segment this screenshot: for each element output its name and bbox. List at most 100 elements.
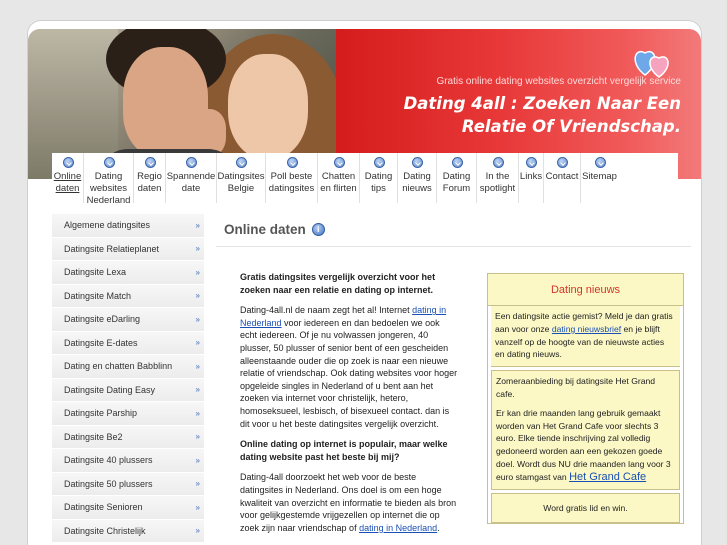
sidebar-item-datingsite-christelijk[interactable]: Datingsite Christelijk » xyxy=(52,519,204,543)
dating-nederland-link-2[interactable]: dating in Nederland xyxy=(359,523,437,533)
nav-bullet-icon xyxy=(492,157,504,168)
double-chevron-right-icon: » xyxy=(195,338,201,348)
double-chevron-right-icon: » xyxy=(195,267,201,277)
sidebar-item-datingsite-match[interactable]: Datingsite Match » xyxy=(52,284,204,308)
nav-bullet-icon xyxy=(594,157,606,168)
nav-item-chatten-en-flirten[interactable]: Chatten en flirten xyxy=(318,153,360,203)
sidebar-item-label: Datingsite Senioren xyxy=(64,502,143,513)
sidebar-item-datingsite-senioren[interactable]: Datingsite Senioren » xyxy=(52,496,204,520)
sidebar-item-datingsite-parship[interactable]: Datingsite Parship » xyxy=(52,402,204,426)
nav-item-label: In the spotlight xyxy=(479,171,516,194)
nav-bullet-icon xyxy=(286,157,298,168)
double-chevron-right-icon: » xyxy=(195,479,201,489)
grand-cafe-link[interactable]: Het Grand Cafe xyxy=(569,471,646,483)
info-icon[interactable]: i xyxy=(311,223,325,236)
sidebar-item-datingsite-dating-easy[interactable]: Datingsite Dating Easy » xyxy=(52,378,204,402)
nav-bullet-icon xyxy=(103,157,115,168)
nav-bullet-icon xyxy=(373,157,385,168)
page-frame: Gratis online dating websites overzicht … xyxy=(27,20,702,545)
nav-item-regio-daten[interactable]: Regio daten xyxy=(134,153,166,203)
sidebar-item-label: Dating en chatten Babblinn xyxy=(64,361,173,372)
nav-item-label: Links xyxy=(519,171,543,182)
sidebar-item-label: Datingsite E-dates xyxy=(64,337,138,348)
intro-text: Gratis datingsites vergelijk overzicht v… xyxy=(240,272,436,295)
nav-item-sitemap[interactable]: Sitemap xyxy=(581,153,618,203)
nav-bullet-icon xyxy=(526,157,537,168)
nav-bullet-icon xyxy=(144,157,156,168)
nav-item-spannende-date[interactable]: Spannende date xyxy=(166,153,217,203)
article: Gratis datingsites vergelijk overzicht v… xyxy=(240,271,458,542)
double-chevron-right-icon: » xyxy=(195,385,201,395)
nav-item-label: Dating Forum xyxy=(442,171,471,194)
nav-item-poll-beste-datingsites[interactable]: Poll beste datingsites xyxy=(266,153,318,203)
sidebar-item-datingsite-edarling[interactable]: Datingsite eDarling » xyxy=(52,308,204,332)
double-chevron-right-icon: » xyxy=(195,432,201,442)
news-item-newsletter: Een datingsite actie gemist? Meld je dan… xyxy=(491,306,680,368)
double-chevron-right-icon: » xyxy=(195,314,201,324)
divider xyxy=(216,246,691,247)
sidebar-item-label: Datingsite 40 plussers xyxy=(64,455,153,466)
sidebar-item-dating-en-chatten-babblinn[interactable]: Dating en chatten Babblinn » xyxy=(52,355,204,379)
nav-item-dating-nieuws[interactable]: Dating nieuws xyxy=(398,153,437,203)
sidebar-item-label: Datingsite Dating Easy xyxy=(64,384,156,395)
double-chevron-right-icon: » xyxy=(195,526,201,536)
newsletter-link[interactable]: dating nieuwsbrief xyxy=(552,324,621,334)
nav-item-dating-websites-nederland[interactable]: Dating websites Nederland xyxy=(84,153,134,206)
sidebar-item-label: Datingsite Christelijk xyxy=(64,525,146,536)
double-chevron-right-icon: » xyxy=(195,361,201,371)
nav-bullet-icon xyxy=(557,157,568,168)
sidebar-item-algemene-datingsites[interactable]: Algemene datingsites » xyxy=(52,214,204,238)
news-title: Dating nieuws xyxy=(488,274,683,306)
nav-item-label: Chatten en flirten xyxy=(320,171,357,194)
nav-bullet-icon xyxy=(451,157,463,168)
paragraph-1: Dating-4all.nl de naam zegt het al! Inte… xyxy=(240,305,458,429)
nav-item-label: Sitemap xyxy=(582,171,617,182)
nav-item-label: Dating websites Nederland xyxy=(86,171,131,206)
header-tagline: Gratis online dating websites overzicht … xyxy=(436,76,681,87)
nav-item-label: Dating tips xyxy=(364,171,393,194)
news-item-heading: Zomeraanbieding bij datingsite Het Grand… xyxy=(496,376,656,399)
double-chevron-right-icon: » xyxy=(195,455,201,465)
page-title: Online daten i xyxy=(224,222,325,237)
double-chevron-right-icon: » xyxy=(195,502,201,512)
sidebar-item-datingsite-lexa[interactable]: Datingsite Lexa » xyxy=(52,261,204,285)
sidebar-item-datingsite-40-plussers[interactable]: Datingsite 40 plussers » xyxy=(52,449,204,473)
nav-item-dating-tips[interactable]: Dating tips xyxy=(360,153,398,203)
double-chevron-right-icon: » xyxy=(195,244,201,254)
nav-item-in-the-spotlight[interactable]: In the spotlight xyxy=(477,153,519,203)
double-chevron-right-icon: » xyxy=(195,291,201,301)
nav-item-label: Spannende date xyxy=(166,171,216,194)
sidebar-item-datingsite-relatieplanet[interactable]: Datingsite Relatieplanet » xyxy=(52,237,204,261)
question-text: Online dating op internet is populair, m… xyxy=(240,439,448,462)
nav-item-label: Dating nieuws xyxy=(402,171,432,194)
sidebar-menu: Algemene datingsites» Datingsite Relatiep… xyxy=(52,214,204,543)
double-chevron-right-icon: » xyxy=(195,220,201,230)
page-title-text: Online daten xyxy=(224,222,306,237)
nav-item-contact[interactable]: Contact xyxy=(544,153,581,203)
main-navigation: Online daten Dating websites Nederland Reg… xyxy=(52,153,678,206)
nav-item-label: Poll beste datingsites xyxy=(268,171,315,194)
sidebar-item-label: Algemene datingsites xyxy=(64,220,151,231)
nav-item-online-daten[interactable]: Online daten xyxy=(52,153,84,203)
news-box: Dating nieuws Een datingsite actie gemis… xyxy=(487,273,684,525)
nav-item-datingsites-belgie[interactable]: Datingsites Belgie xyxy=(217,153,266,203)
hearts-logo-icon xyxy=(634,50,669,78)
nav-bullet-icon xyxy=(186,157,197,168)
sidebar-item-datingsite-e-dates[interactable]: Datingsite E-dates » xyxy=(52,331,204,355)
nav-item-label: Datingsites Belgie xyxy=(217,171,265,194)
nav-item-label: Regio daten xyxy=(137,171,162,194)
nav-bullet-icon xyxy=(412,157,423,168)
double-chevron-right-icon: » xyxy=(195,408,201,418)
sidebar-item-datingsite-50-plussers[interactable]: Datingsite 50 plussers » xyxy=(52,472,204,496)
sidebar-item-label: Datingsite Lexa xyxy=(64,267,127,278)
nav-bullet-icon xyxy=(333,157,345,168)
sidebar-item-label: Datingsite 50 plussers xyxy=(64,478,153,489)
sidebar-item-label: Datingsite Match xyxy=(64,290,132,301)
nav-item-label: Online daten xyxy=(53,171,82,194)
nav-item-links[interactable]: Links xyxy=(519,153,544,203)
sidebar-item-datingsite-be2[interactable]: Datingsite Be2 » xyxy=(52,425,204,449)
nav-item-dating-forum[interactable]: Dating Forum xyxy=(437,153,477,203)
sidebar-item-label: Datingsite Relatieplanet xyxy=(64,243,160,254)
news-item-win: Word gratis lid en win. xyxy=(491,492,680,524)
nav-bullet-icon xyxy=(236,157,247,168)
